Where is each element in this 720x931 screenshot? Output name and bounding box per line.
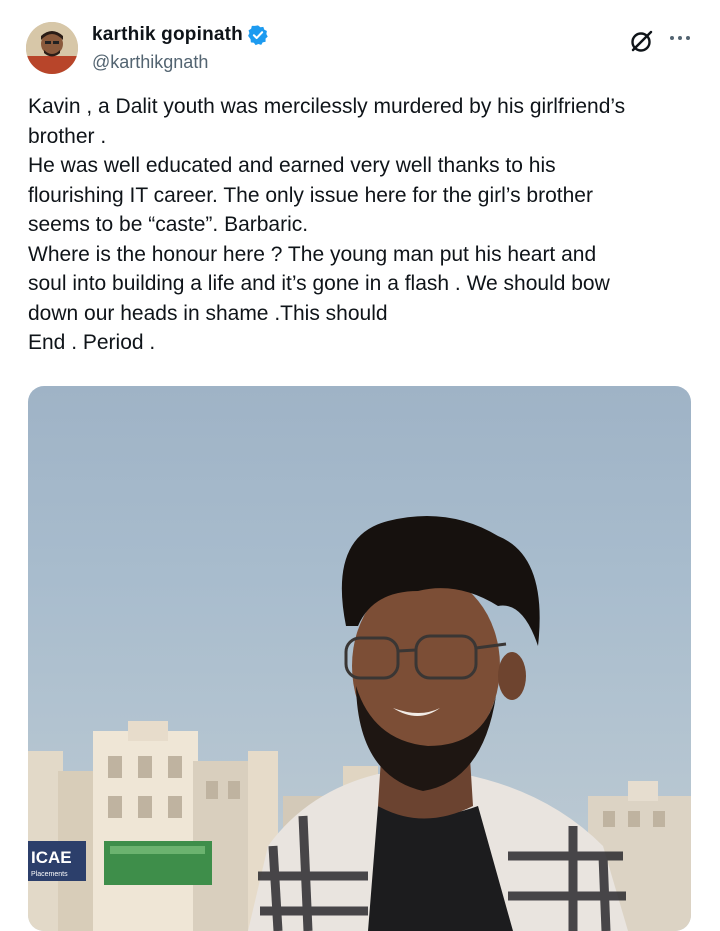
- display-name[interactable]: karthik gopinath: [92, 24, 243, 46]
- tweet-line: Where is the honour here ? The young man…: [28, 242, 597, 266]
- sign-icae: ICAE: [31, 848, 72, 867]
- tweet-line: seems to be “caste”. Barbaric.: [28, 213, 309, 236]
- author-handle[interactable]: @karthikgnath: [92, 52, 208, 73]
- tweet-line: brother .: [28, 124, 107, 148]
- tweet-line: End . Period .: [28, 331, 156, 354]
- sign-placements: Placements: [31, 871, 68, 878]
- author-row: karthik gopinath: [92, 24, 269, 46]
- avatar[interactable]: [26, 22, 78, 74]
- tweet-line: soul into building a life and it’s gone …: [28, 272, 610, 295]
- verified-badge-icon: [247, 24, 269, 46]
- tweet-line: down our heads in shame .This should: [28, 301, 388, 325]
- grok-icon[interactable]: [629, 28, 655, 54]
- tweet-line: Kavin , a Dalit youth was mercilessly mu…: [28, 95, 626, 118]
- tweet-line: flourishing IT career. The only issue he…: [28, 183, 593, 207]
- tweet-text: Kavin , a Dalit youth was mercilessly mu…: [28, 92, 698, 358]
- tweet-media-photo[interactable]: ICAE Placements: [28, 386, 691, 931]
- photo-illustration: ICAE Placements: [28, 516, 691, 931]
- more-options-icon[interactable]: [666, 28, 694, 48]
- tweet-card: karthik gopinath @karthikgnath Kavin , a…: [0, 0, 720, 931]
- tweet-line: He was well educated and earned very wel…: [28, 154, 556, 177]
- avatar-image: [26, 22, 78, 74]
